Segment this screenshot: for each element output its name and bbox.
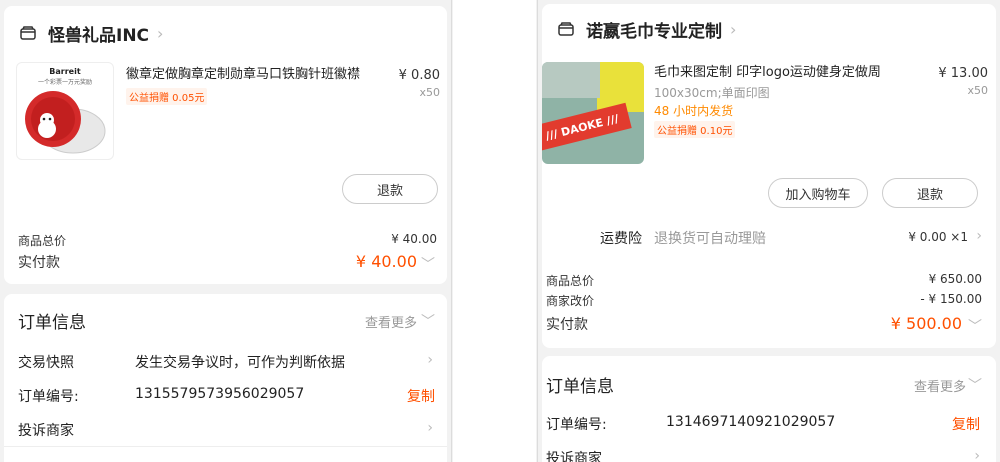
chevron-down-icon[interactable]: ﹀ <box>968 316 982 336</box>
complain-seller-label[interactable]: 投诉商家 <box>546 448 602 462</box>
insurance-label: 运费险 <box>600 231 642 247</box>
order-number-label: 订单编号: <box>18 389 79 405</box>
chevron-down-icon[interactable]: ﹀ <box>421 254 435 274</box>
insurance-desc: 退换货可自动理赔 <box>654 231 766 247</box>
chevron-right-icon: › <box>157 23 164 43</box>
right-refund-button[interactable]: 退款 <box>882 178 978 208</box>
left-shop-card: 怪兽礼品INC › Barreit 一个彩票一万元奖励 徽章定做胸章定制勋章马口… <box>4 6 447 284</box>
divider <box>4 446 447 447</box>
right-product-title[interactable]: 毛巾来图定制 印字logo运动健身定做周 <box>654 64 924 82</box>
right-order-info-title: 订单信息 <box>546 377 614 397</box>
shop-icon <box>556 19 576 39</box>
left-order-info-title: 订单信息 <box>18 313 86 333</box>
right-product-qty: x50 <box>967 84 988 97</box>
shop-icon <box>18 23 38 43</box>
chevron-down-icon[interactable]: ﹀ <box>421 311 435 331</box>
right-charity-tag: 公益捐赠 0.10元 <box>654 121 736 138</box>
left-charity-tag: 公益捐赠 0.05元 <box>126 88 208 105</box>
chevron-right-icon[interactable]: › <box>427 420 433 436</box>
chevron-down-icon[interactable]: ﹀ <box>968 375 982 395</box>
left-goods-total-label: 商品总价 <box>18 234 67 248</box>
right-ship-time: 48 小时内发货 <box>654 104 734 118</box>
chevron-right-icon[interactable]: › <box>976 228 982 244</box>
right-product-price: ¥ 13.00 <box>938 66 988 81</box>
chevron-right-icon[interactable]: › <box>974 448 980 462</box>
right-order-info-card: 订单信息 查看更多 ﹀ 订单编号: 1314697140921029057 复制… <box>542 356 996 462</box>
left-paid-label: 实付款 <box>18 255 60 271</box>
thumb-grey-block <box>542 62 600 98</box>
panel-gap <box>453 0 536 462</box>
thumb-towel: /// DAOKE /// <box>542 102 632 152</box>
price-adjust-value: - ¥ 150.00 <box>920 292 982 306</box>
snapshot-label[interactable]: 交易快照 <box>18 352 74 372</box>
left-paid-value: ¥ 40.00 <box>355 252 417 271</box>
copy-order-number-button[interactable]: 复制 <box>952 414 980 434</box>
badge-image <box>25 91 106 154</box>
right-shop-header[interactable]: 诺嬴毛巾专业定制 › <box>556 14 736 44</box>
left-product-thumbnail[interactable]: Barreit 一个彩票一万元奖励 <box>16 62 114 160</box>
right-paid-label: 实付款 <box>546 317 588 333</box>
left-order-panel: 怪兽礼品INC › Barreit 一个彩票一万元奖励 徽章定做胸章定制勋章马口… <box>0 0 452 462</box>
order-number-label: 订单编号: <box>546 417 607 433</box>
chevron-right-icon: › <box>730 19 737 39</box>
left-order-info-card: 订单信息 查看更多 ﹀ 交易快照 发生交易争议时，可作为判断依据 › 订单编号:… <box>4 294 447 462</box>
right-goods-total-label: 商品总价 <box>546 274 595 288</box>
right-order-panel: 诺嬴毛巾专业定制 › /// DAOKE /// 毛巾来图定制 印字logo运动… <box>537 0 1000 462</box>
right-shop-card: 诺嬴毛巾专业定制 › /// DAOKE /// 毛巾来图定制 印字logo运动… <box>542 4 996 348</box>
left-product-price: ¥ 0.80 <box>398 68 440 83</box>
copy-order-number-button[interactable]: 复制 <box>407 386 435 406</box>
left-product-title[interactable]: 徽章定做胸章定制勋章马口铁胸针班徽襟 <box>126 66 376 84</box>
left-view-more-link[interactable]: 查看更多 <box>365 312 417 331</box>
snapshot-value: 发生交易争议时，可作为判断依据 <box>135 355 345 371</box>
order-number-value: 1315579573956029057 <box>135 386 305 402</box>
left-product-qty: x50 <box>419 86 440 99</box>
right-product-spec: 100x30cm;单面印图 <box>654 86 770 100</box>
thumb-brand: Barreit <box>49 67 81 76</box>
right-view-more-link[interactable]: 查看更多 <box>914 376 966 395</box>
left-refund-button[interactable]: 退款 <box>342 174 438 204</box>
add-to-cart-button[interactable]: 加入购物车 <box>768 178 868 208</box>
price-adjust-label: 商家改价 <box>546 294 595 308</box>
right-shop-name: 诺嬴毛巾专业定制 <box>586 21 722 42</box>
insurance-value: ¥ 0.00 ×1 <box>908 230 968 244</box>
left-shop-header[interactable]: 怪兽礼品INC › <box>18 18 163 48</box>
right-paid-value: ¥ 500.00 <box>890 314 962 333</box>
left-shop-name: 怪兽礼品INC <box>48 25 150 46</box>
right-product-thumbnail[interactable]: /// DAOKE /// <box>542 62 644 164</box>
right-goods-total-value: ¥ 650.00 <box>928 272 982 286</box>
thumb-slogan: 一个彩票一万元奖励 <box>37 79 92 86</box>
chevron-right-icon[interactable]: › <box>427 352 433 368</box>
complain-seller-label[interactable]: 投诉商家 <box>18 420 74 440</box>
left-goods-total-value: ¥ 40.00 <box>391 232 437 246</box>
order-number-value: 1314697140921029057 <box>666 414 836 430</box>
